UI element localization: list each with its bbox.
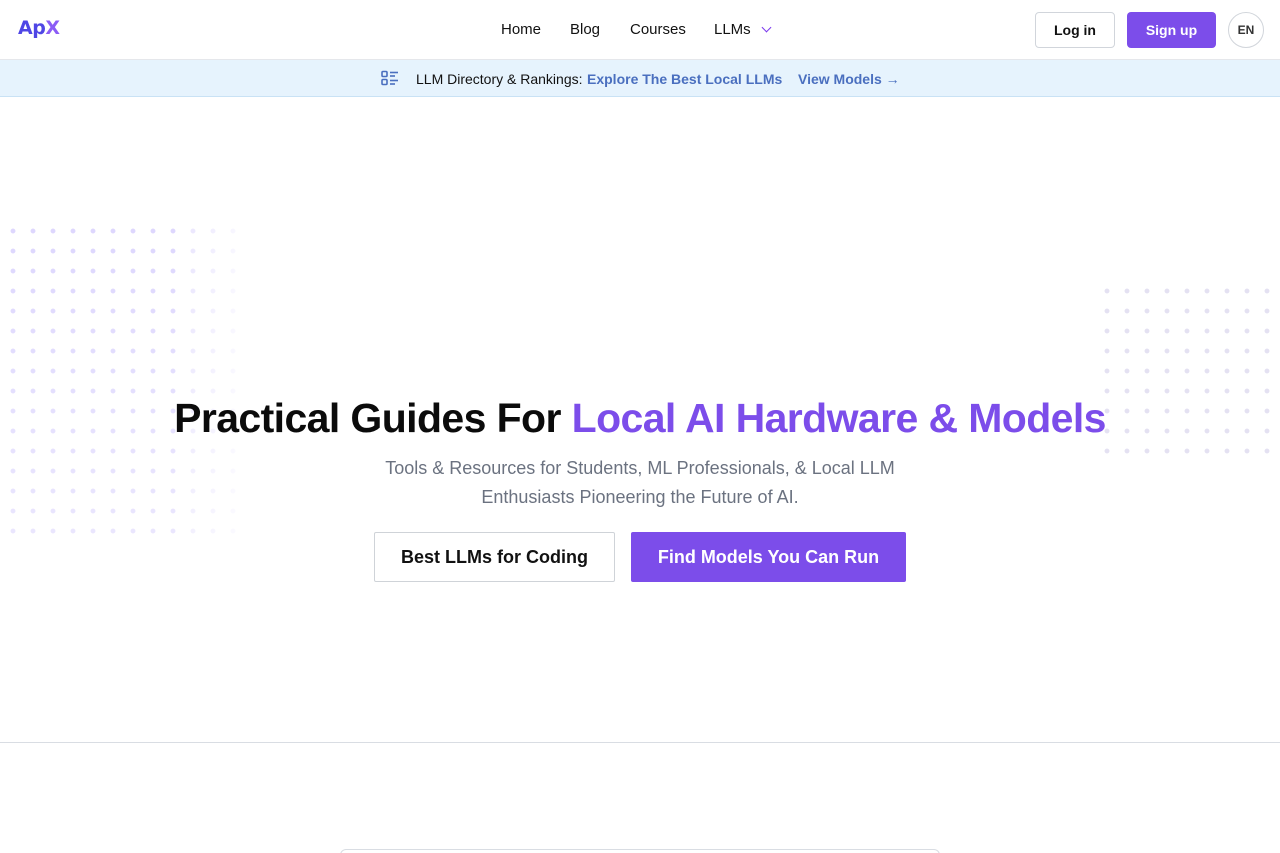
login-button[interactable]: Log in: [1035, 12, 1115, 48]
list-icon: [381, 70, 399, 86]
content-card: [340, 849, 940, 853]
banner-label: LLM Directory & Rankings:: [416, 71, 583, 87]
find-models-button[interactable]: Find Models You Can Run: [631, 532, 906, 582]
hero-subtitle: Tools & Resources for Students, ML Profe…: [385, 458, 895, 507]
nav-courses[interactable]: Courses: [630, 21, 686, 38]
apx-logo[interactable]: ApX: [18, 17, 60, 39]
chevron-down-icon: [761, 22, 772, 33]
nav-llms-dropdown[interactable]: LLMs: [714, 21, 772, 38]
nav-blog[interactable]: Blog: [570, 21, 600, 38]
hero-title-plain: Practical Guides For: [174, 395, 572, 441]
view-models-link[interactable]: View Models →: [798, 71, 900, 87]
signup-button[interactable]: Sign up: [1127, 12, 1216, 48]
hero-section: Practical Guides For Local AI Hardware &…: [0, 97, 1280, 743]
site-header: ApX Home Blog Courses LLMs Log in Sign u…: [0, 0, 1280, 60]
dot-pattern-fade: [190, 217, 260, 547]
announcement-banner: LLM Directory & Rankings: Explore The Be…: [0, 60, 1280, 97]
best-llms-coding-button[interactable]: Best LLMs for Coding: [374, 532, 615, 582]
hero-title-accent: Local AI Hardware & Models: [571, 395, 1107, 441]
nav-llms-label: LLMs: [714, 21, 751, 38]
banner-highlight[interactable]: Explore The Best Local LLMs: [587, 71, 782, 87]
logo-text-x: X: [45, 17, 60, 39]
hero-title: Practical Guides For Local AI Hardware &…: [0, 395, 1280, 442]
logo-text-ap: Ap: [18, 17, 46, 39]
language-switcher[interactable]: EN: [1228, 12, 1264, 48]
nav-home[interactable]: Home: [501, 21, 541, 38]
